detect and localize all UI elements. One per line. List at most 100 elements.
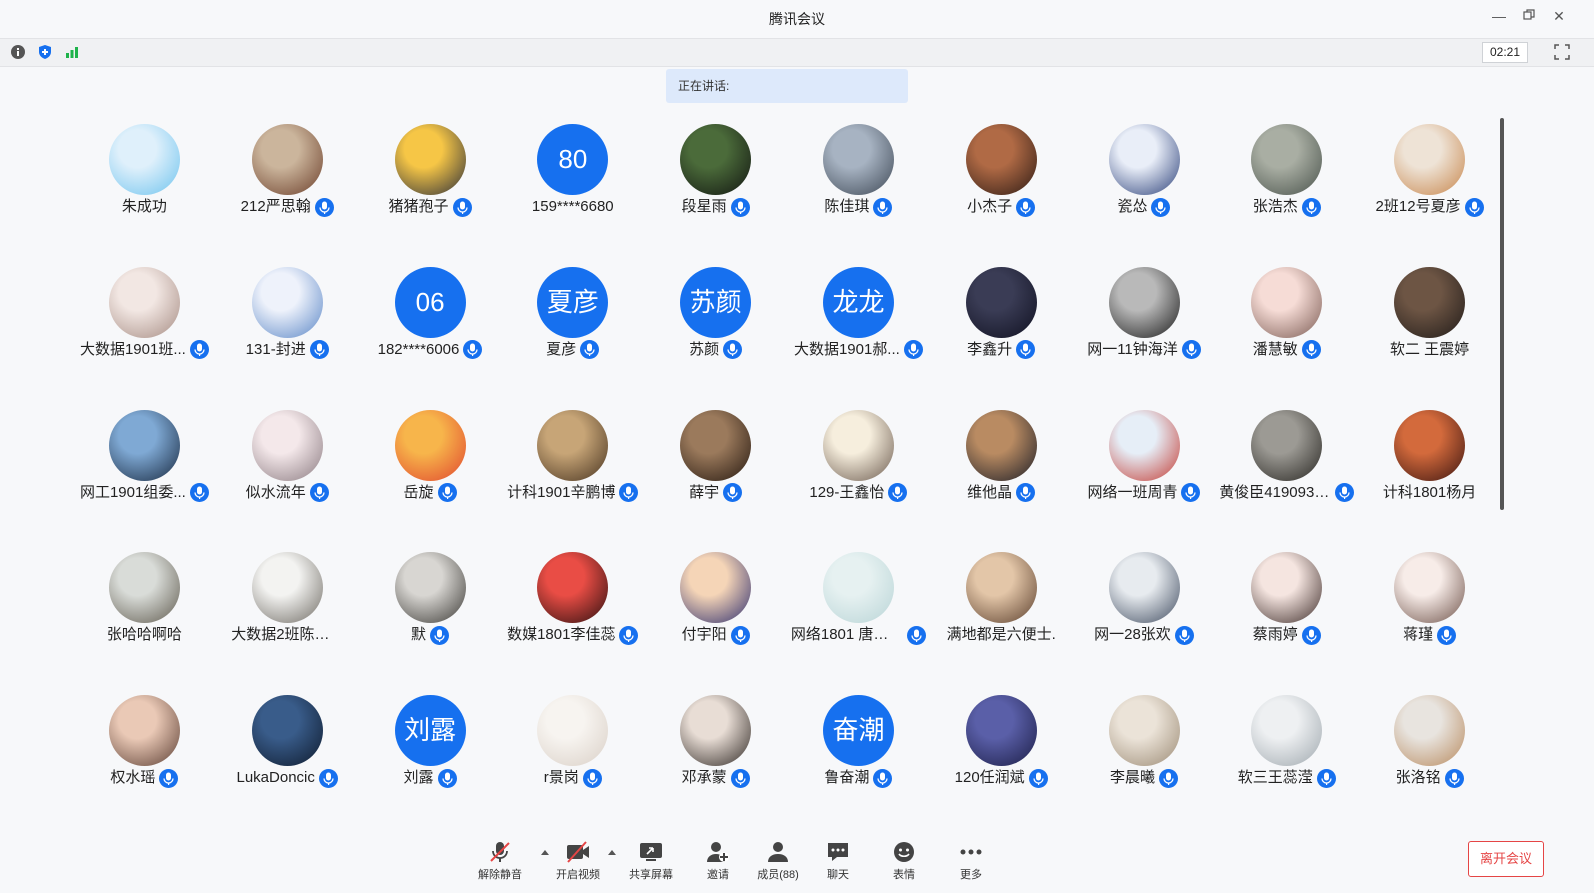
participant-tile[interactable]: 大数据2班陈美凤 [216,550,359,693]
restore-icon[interactable] [1519,8,1539,24]
participant-tile[interactable]: 网络1801 唐林芳 [787,550,930,693]
participant-tile[interactable]: 软二 王震婷 [1358,265,1501,408]
avatar [394,552,466,624]
participant-tile[interactable]: 张浩杰 [1215,122,1358,265]
participant-tile[interactable]: 李鑫升 [930,265,1073,408]
participant-tile[interactable]: 06 182****6006 [359,265,502,408]
unmute-button[interactable]: 解除静音 [470,840,530,882]
mic-icon [1151,197,1171,217]
video-label: 开启视频 [556,869,600,881]
participant-tile[interactable]: 大数据1901班... [73,265,216,408]
participant-tile[interactable]: 陈佳琪 [787,122,930,265]
participant-tile[interactable]: LukaDoncic [216,693,359,836]
participant-tile[interactable]: 满地都是六便士. [930,550,1073,693]
chat-button[interactable]: 聊天 [808,840,868,882]
avatar [537,409,609,481]
mic-muted-icon [490,842,510,862]
participant-tile[interactable]: 张哈哈啊哈 [73,550,216,693]
participant-tile[interactable]: 默 [359,550,502,693]
participant-tile[interactable]: 权水瑶 [73,693,216,836]
participant-tile[interactable]: 129-王鑫怡 [787,408,930,551]
shield-icon[interactable] [37,44,53,60]
avatar [394,124,466,195]
participant-tile[interactable]: 网一11钟海洋 [1073,265,1216,408]
mic-icon [730,768,750,788]
participant-tile[interactable]: 小杰子 [930,122,1073,265]
fullscreen-icon[interactable] [1554,44,1570,60]
participant-tile[interactable]: 瓷怂 [1073,122,1216,265]
more-button[interactable]: 更多 [941,840,1001,882]
emoji-button[interactable]: 表情 [874,840,934,882]
participant-tile[interactable]: 猪猪孢子 [359,122,502,265]
participant-name: r景岗 [543,769,579,787]
participant-name-row: 蒋瑾 [1358,624,1501,646]
participant-tile[interactable]: r景岗 [501,693,644,836]
participant-tile[interactable]: 网一28张欢 [1073,550,1216,693]
mic-icon [314,197,334,217]
participant-tile[interactable]: 黄俊臣4190931... [1215,408,1358,551]
participant-tile[interactable]: 段星雨 [644,122,787,265]
participant-tile[interactable]: 120任润斌 [930,693,1073,836]
close-icon[interactable]: ✕ [1549,8,1569,25]
avatar [680,695,752,767]
participant-tile[interactable]: 薛宇 [644,408,787,551]
participant-tile[interactable]: 龙龙 大数据1901郝... [787,265,930,408]
participant-tile[interactable]: 计科1901辛鹏博 [501,408,644,551]
scrollbar[interactable] [1500,118,1504,510]
participant-tile[interactable]: 软三王蕊滢 [1215,693,1358,836]
participant-tile[interactable]: 维他晶 [930,408,1073,551]
avatar [251,266,323,338]
minimize-icon[interactable]: — [1489,8,1509,24]
participant-tile[interactable]: 邓承蒙 [644,693,787,836]
participant-tile[interactable]: 岳旋 [359,408,502,551]
participant-tile[interactable]: 朱成功 [73,122,216,265]
participant-tile[interactable]: 131-封进 [216,265,359,408]
participant-tile[interactable]: 2班12号夏彦 [1358,122,1501,265]
mic-icon [580,340,600,360]
participant-tile[interactable]: 潘慧敏 [1215,265,1358,408]
share-screen-icon [640,843,662,861]
participant-tile[interactable]: 80 159****6680 [501,122,644,265]
avatar [1108,695,1180,767]
participant-tile[interactable]: 似水流年 [216,408,359,551]
members-button[interactable]: 成员(88) [748,840,808,882]
participant-tile[interactable]: 夏彦 夏彦 [501,265,644,408]
participant-tile[interactable]: 数媒1801李佳蕊 [501,550,644,693]
share-screen-button[interactable]: 共享屏幕 [621,840,681,882]
avatar [251,552,323,624]
avatar [109,695,180,767]
participant-tile[interactable]: 苏颜 苏颜 [644,265,787,408]
window-title: 腾讯会议 [769,11,825,27]
avatar [680,409,752,481]
participant-name-row: 权水瑶 [73,767,216,789]
members-icon [768,842,788,862]
video-options-caret[interactable] [608,850,616,855]
participant-tile[interactable]: 计科1801杨月 [1358,408,1501,551]
info-icon[interactable] [10,44,26,60]
signal-icon[interactable] [64,44,80,60]
video-button[interactable]: 开启视频 [548,840,608,882]
participant-tile[interactable]: 奋潮 鲁奋潮 [787,693,930,836]
participant-tile[interactable]: 蔡雨婷 [1215,550,1358,693]
participant-tile[interactable]: 网络一班周青 [1073,408,1216,551]
mic-icon [1181,483,1201,503]
participant-tile[interactable]: 212严思翰 [216,122,359,265]
participant-tile[interactable]: 张洛铭 [1358,693,1501,836]
avatar [965,409,1037,481]
participant-tile[interactable]: 网工1901组委... [73,408,216,551]
participant-name-row: 猪猪孢子 [359,196,502,218]
mic-icon [873,768,893,788]
invite-button[interactable]: 邀请 [688,840,748,882]
participant-name: 212严思翰 [240,198,311,216]
participant-name-row: 张洛铭 [1358,767,1501,789]
participant-name-row: 网一11钟海洋 [1073,339,1216,361]
participant-name-row: 120任润斌 [930,767,1073,789]
participant-tile[interactable]: 蒋瑾 [1358,550,1501,693]
participant-tile[interactable]: 刘露 刘露 [359,693,502,836]
participant-tile[interactable]: 李晨曦 [1073,693,1216,836]
mic-icon [619,483,639,503]
leave-meeting-button[interactable]: 离开会议 [1468,841,1544,877]
meeting-info-bar: 02:21 [0,38,1594,67]
participant-name: 张浩杰 [1252,198,1298,216]
participant-tile[interactable]: 付宇阳 [644,550,787,693]
